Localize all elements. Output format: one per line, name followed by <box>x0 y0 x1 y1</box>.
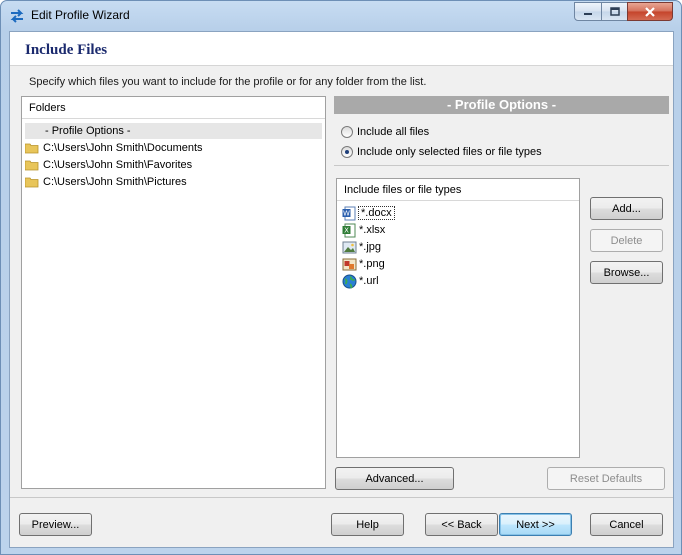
file-type-label: *.jpg <box>359 241 382 253</box>
file-types-header: Include files or file types <box>337 179 579 201</box>
file-type-item-png[interactable]: *.png <box>342 256 385 272</box>
close-button[interactable] <box>627 2 673 21</box>
profile-options-header: - Profile Options - <box>334 96 669 114</box>
page-description: Specify which files you want to include … <box>29 76 427 88</box>
svg-text:W: W <box>343 209 350 217</box>
reset-defaults-button[interactable]: Reset Defaults <box>547 467 665 490</box>
browse-button[interactable]: Browse... <box>590 261 663 284</box>
window-title: Edit Profile Wizard <box>31 8 130 22</box>
page-title: Include Files <box>25 42 108 58</box>
file-type-label: *.url <box>359 275 379 287</box>
wizard-arrows-icon <box>10 9 24 23</box>
radio-button-checked-icon <box>341 146 353 158</box>
close-icon <box>645 6 655 17</box>
folder-item-label: C:\Users\John Smith\Pictures <box>43 176 187 188</box>
wizard-body: Include Files Specify which files you wa… <box>9 31 674 548</box>
maximize-button[interactable] <box>601 2 628 21</box>
word-document-icon: W <box>342 206 356 220</box>
folder-item-label: C:\Users\John Smith\Favorites <box>43 159 193 171</box>
excel-spreadsheet-icon: X <box>342 223 356 237</box>
folder-item-documents[interactable]: C:\Users\John Smith\Documents <box>25 140 203 156</box>
jpg-image-icon <box>342 241 357 253</box>
footer-divider <box>10 497 673 498</box>
add-button[interactable]: Add... <box>590 197 663 220</box>
maximize-icon <box>609 7 620 16</box>
divider <box>334 165 669 166</box>
include-all-files-radio[interactable]: Include all files <box>341 126 429 138</box>
delete-button[interactable]: Delete <box>590 229 663 252</box>
file-type-label: *.png <box>359 258 385 270</box>
folder-item-label: C:\Users\John Smith\Documents <box>43 142 203 154</box>
include-selected-files-radio[interactable]: Include only selected files or file type… <box>341 146 542 158</box>
wizard-window: Edit Profile Wizard Include Files Specif… <box>0 0 682 555</box>
back-button[interactable]: << Back <box>425 513 498 536</box>
advanced-button[interactable]: Advanced... <box>335 467 454 490</box>
folders-header: Folders <box>22 97 325 119</box>
title-bar[interactable]: Edit Profile Wizard <box>1 1 681 31</box>
svg-text:X: X <box>344 226 349 234</box>
cancel-button[interactable]: Cancel <box>590 513 663 536</box>
file-type-label: *.docx <box>358 206 395 220</box>
help-button[interactable]: Help <box>331 513 404 536</box>
radio-label: Include only selected files or file type… <box>357 146 542 158</box>
file-types-list[interactable]: Include files or file types W *.docx X *… <box>336 178 580 458</box>
file-type-item-xlsx[interactable]: X *.xlsx <box>342 222 385 238</box>
folder-icon <box>25 160 39 171</box>
radio-button-icon <box>341 126 353 138</box>
folders-list[interactable]: Folders - Profile Options - C:\Users\Joh… <box>21 96 326 489</box>
folder-item-profile-options[interactable]: - Profile Options - <box>25 123 322 139</box>
folder-item-favorites[interactable]: C:\Users\John Smith\Favorites <box>25 157 192 173</box>
header-band: Include Files <box>10 32 673 66</box>
file-type-item-docx[interactable]: W *.docx <box>342 205 395 221</box>
globe-url-icon <box>342 274 357 288</box>
folder-item-pictures[interactable]: C:\Users\John Smith\Pictures <box>25 174 187 190</box>
file-type-item-url[interactable]: *.url <box>342 273 379 289</box>
file-type-label: *.xlsx <box>359 224 386 236</box>
png-image-icon <box>342 258 357 270</box>
next-button[interactable]: Next >> <box>499 513 572 536</box>
folder-icon <box>25 177 39 188</box>
folder-item-label: - Profile Options - <box>45 125 131 137</box>
radio-label: Include all files <box>357 126 430 138</box>
preview-button[interactable]: Preview... <box>19 513 92 536</box>
file-type-item-jpg[interactable]: *.jpg <box>342 239 381 255</box>
folder-icon <box>25 143 39 154</box>
minimize-icon <box>584 12 592 15</box>
minimize-button[interactable] <box>574 2 602 21</box>
